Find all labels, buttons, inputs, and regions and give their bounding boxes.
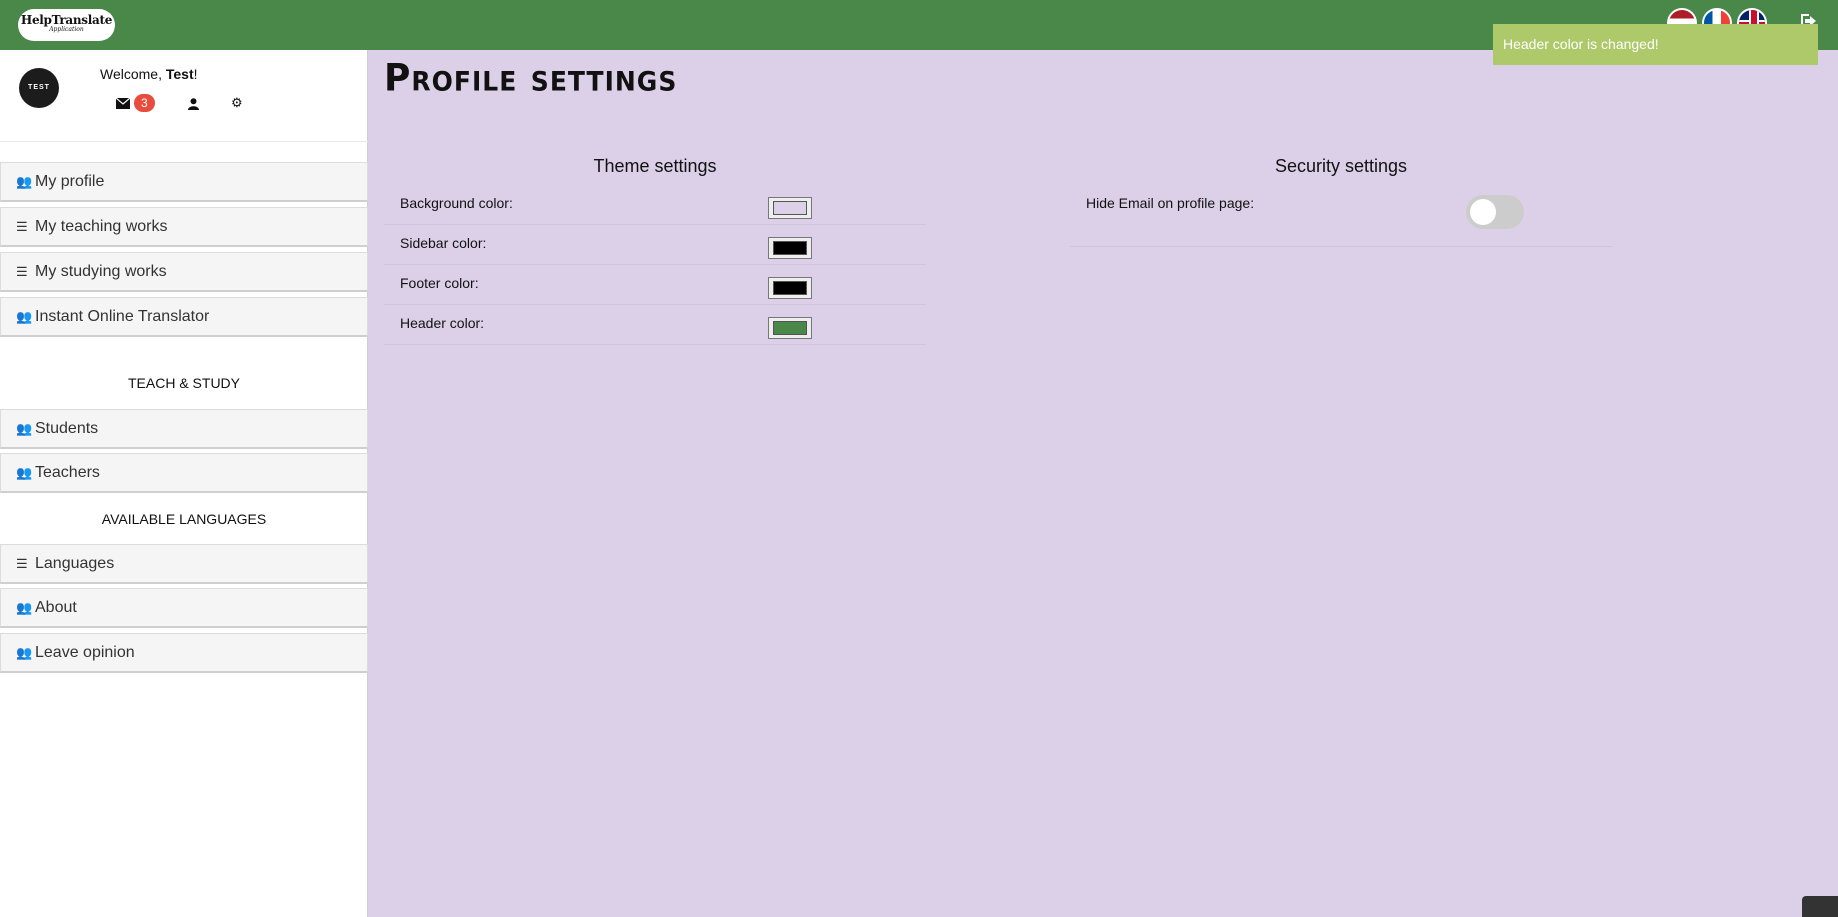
- background-color-picker[interactable]: [768, 197, 812, 219]
- sidebar-item-label: My teaching works: [35, 218, 168, 235]
- setting-label: Header color:: [400, 315, 485, 331]
- user-panel: TEST Welcome, Test! 3 ⚙: [0, 50, 368, 142]
- sidebar-item-label: Leave opinion: [35, 644, 135, 661]
- sidebar-item-about[interactable]: 👥 About: [0, 588, 368, 628]
- setting-label: Sidebar color:: [400, 235, 487, 251]
- users-icon: 👥: [16, 309, 33, 324]
- setting-label: Footer color:: [400, 275, 479, 291]
- users-icon: 👥: [16, 465, 33, 480]
- setting-label: Hide Email on profile page:: [1086, 195, 1255, 211]
- setting-row-sidebar-color: Sidebar color:: [384, 225, 926, 265]
- sidebar-item-label: My profile: [35, 173, 105, 190]
- setting-row-background-color: Background color:: [384, 185, 926, 225]
- users-icon: 👥: [16, 645, 33, 660]
- sidebar-item-instant-online-translator[interactable]: 👥 Instant Online Translator: [0, 297, 368, 337]
- logo-title: HelpTranslate: [20, 13, 113, 27]
- sidebar-item-teachers[interactable]: 👥 Teachers: [0, 453, 368, 493]
- avatar[interactable]: TEST: [19, 68, 59, 108]
- sidebar-item-leave-opinion[interactable]: 👥 Leave opinion: [0, 633, 368, 673]
- toggle-knob: [1470, 199, 1496, 225]
- theme-settings-title: Theme settings: [593, 156, 717, 176]
- sidebar-item-my-profile[interactable]: 👥 My profile: [0, 162, 368, 202]
- sidebar-item-label: Languages: [35, 555, 115, 572]
- welcome-text: Welcome, Test!: [100, 66, 198, 82]
- list-icon: ☰: [16, 219, 28, 234]
- sidebar-item-label: Teachers: [35, 464, 100, 481]
- section-title-teach-study: TEACH & STUDY: [127, 375, 240, 391]
- sidebar-item-label: About: [35, 599, 77, 616]
- sidebar-item-students[interactable]: 👥 Students: [0, 409, 368, 449]
- sidebar-item-my-studying-works[interactable]: ☰ My studying works: [0, 252, 368, 292]
- users-icon: 👥: [16, 600, 33, 615]
- messages-count-badge[interactable]: 3: [134, 94, 155, 112]
- welcome-suffix: !: [193, 66, 198, 82]
- hide-email-toggle[interactable]: [1466, 195, 1524, 229]
- envelope-icon[interactable]: [115, 94, 131, 112]
- sidebar-item-label: Students: [35, 420, 99, 437]
- setting-row-hide-email: Hide Email on profile page:: [1070, 185, 1612, 247]
- welcome-prefix: Welcome,: [100, 66, 166, 82]
- gear-icon[interactable]: ⚙: [231, 94, 243, 112]
- sidebar-color-picker[interactable]: [768, 237, 812, 259]
- footer-color-picker[interactable]: [768, 277, 812, 299]
- setting-label: Background color:: [400, 195, 513, 211]
- header-color-picker[interactable]: [768, 317, 812, 339]
- sidebar: TEST Welcome, Test! 3 ⚙ 👥 My profile ☰ My …: [0, 50, 368, 917]
- debug-toolbar-icon[interactable]: [1802, 896, 1838, 917]
- list-icon: ☰: [16, 264, 28, 279]
- setting-row-header-color: Header color:: [384, 305, 926, 345]
- sidebar-item-label: My studying works: [35, 263, 167, 280]
- user-icon[interactable]: [188, 94, 199, 112]
- security-settings-title: Security settings: [1274, 156, 1408, 176]
- setting-row-footer-color: Footer color:: [384, 265, 926, 305]
- sidebar-item-my-teaching-works[interactable]: ☰ My teaching works: [0, 207, 368, 247]
- logo-subtitle: Application: [49, 26, 84, 33]
- users-icon: 👥: [16, 174, 33, 189]
- sidebar-item-label: Instant Online Translator: [35, 308, 210, 325]
- section-title-available-languages: AVAILABLE LANGUAGES: [101, 511, 267, 527]
- notification-toast: Header color is changed!: [1493, 24, 1818, 65]
- page-title: Profile settings: [384, 56, 678, 101]
- app-logo[interactable]: HelpTranslate Application: [18, 9, 115, 41]
- user-name: Test: [165, 66, 194, 82]
- users-icon: 👥: [16, 421, 33, 436]
- sidebar-item-languages[interactable]: ☰ Languages: [0, 544, 368, 584]
- list-icon: ☰: [16, 556, 28, 571]
